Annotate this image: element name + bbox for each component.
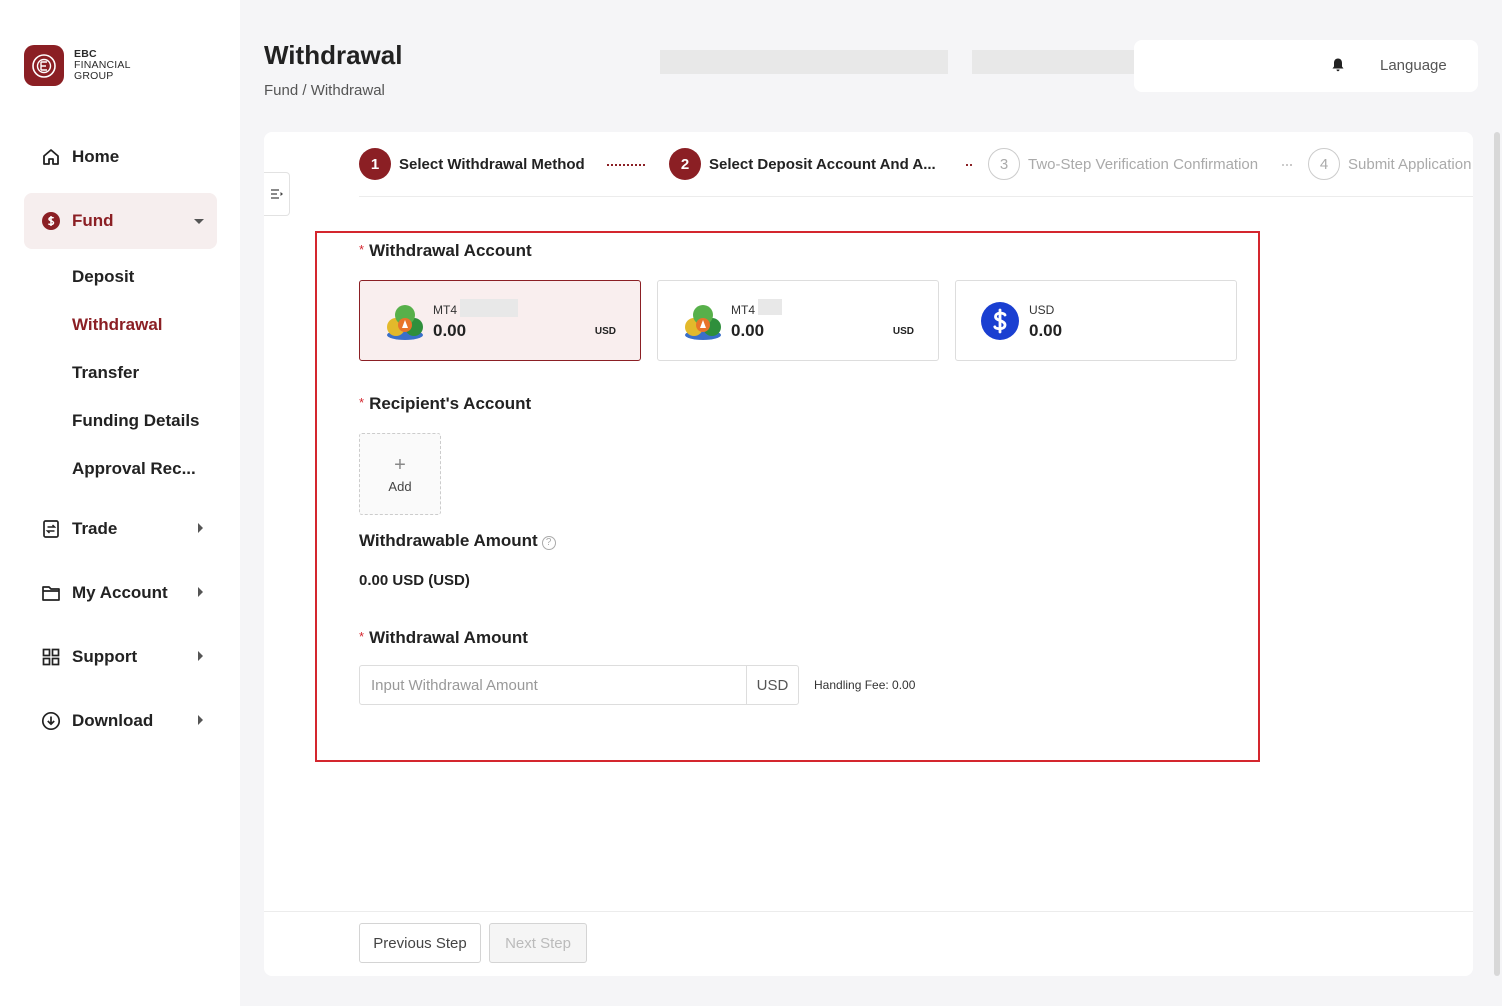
caret-right-icon [197, 647, 205, 667]
required-mark: * [359, 242, 365, 257]
required-mark: * [359, 395, 365, 410]
step-label: Submit Application [1348, 155, 1472, 173]
brand-line-3: GROUP [74, 70, 114, 82]
recipient-account-label: * Recipient's Account [359, 394, 531, 414]
language-selector[interactable]: Language [1380, 57, 1447, 74]
sidebar-item-label: Download [72, 711, 154, 730]
step-number: 2 [669, 148, 701, 180]
sidebar-subitem-deposit[interactable]: Deposit [72, 267, 134, 287]
mt4-icon [682, 301, 724, 343]
currency-suffix: USD [746, 666, 798, 704]
label-text: Withdrawal Amount [369, 628, 528, 647]
sidebar-subitem-funding-details[interactable]: Funding Details [72, 411, 200, 431]
account-card-mt4-1[interactable]: MT4 0.00 USD [359, 280, 641, 361]
sidebar-subitem-approval-records[interactable]: Approval Rec... [72, 459, 196, 479]
account-card-usd[interactable]: USD 0.00 [955, 280, 1237, 361]
sidebar-item-label: Fund [72, 211, 114, 230]
logo-text: EBC FINANCIAL GROUP [74, 49, 131, 82]
account-currency: USD [892, 326, 914, 337]
sidebar-item-trade[interactable]: Trade [24, 501, 217, 557]
sidebar-item-label: My Account [72, 583, 168, 602]
withdrawal-amount-input[interactable] [360, 666, 746, 704]
step-number: 4 [1308, 148, 1340, 180]
caret-right-icon [197, 583, 205, 603]
withdrawable-amount-label: Withdrawable Amount? [359, 531, 556, 551]
redacted-account-number [460, 299, 518, 317]
dollar-icon [980, 301, 1022, 343]
step-number: 3 [988, 148, 1020, 180]
redacted-account-number [758, 299, 782, 315]
caret-right-icon [197, 519, 205, 539]
grid-icon [40, 646, 62, 668]
account-name: MT4 [433, 303, 457, 317]
label-text: Recipient's Account [369, 394, 532, 413]
caret-down-icon [193, 211, 205, 231]
page-title: Withdrawal [264, 40, 403, 70]
trade-icon [40, 518, 62, 540]
account-name: USD [1029, 303, 1055, 317]
step-connector [966, 164, 972, 166]
step-3: 3 Two-Step Verification Confirmation [988, 148, 1258, 180]
step-label: Select Withdrawal Method [399, 155, 585, 173]
step-1: 1 Select Withdrawal Method [359, 148, 585, 180]
withdrawal-account-label: * Withdrawal Account [359, 241, 532, 261]
label-text: Withdrawable Amount [359, 531, 538, 550]
step-label: Two-Step Verification Confirmation [1028, 155, 1259, 173]
divider [359, 196, 1473, 197]
mt4-icon [384, 301, 426, 343]
step-4: 4 Submit Application [1308, 148, 1471, 180]
sidebar-item-label: Support [72, 647, 138, 666]
handling-fee: Handling Fee: 0.00 [814, 678, 916, 692]
account-card-mt4-2[interactable]: MT4 0.00 USD [657, 280, 939, 361]
previous-step-button[interactable]: Previous Step [359, 923, 481, 963]
step-number: 1 [359, 148, 391, 180]
sidebar-item-download[interactable]: Download [24, 693, 217, 749]
account-name: MT4 [731, 303, 755, 317]
withdrawal-amount-field: USD [359, 665, 799, 705]
next-step-button[interactable]: Next Step [489, 923, 587, 963]
add-label: Add [388, 478, 412, 494]
step-label: Select Deposit Account And A... [709, 155, 936, 173]
sidebar-item-home[interactable]: Home [24, 129, 217, 185]
required-mark: * [359, 629, 365, 644]
sidebar-item-label: Home [72, 147, 120, 166]
add-recipient-button[interactable]: + Add [359, 433, 441, 515]
bell-icon[interactable] [1330, 57, 1346, 78]
sidebar-subitem-transfer[interactable]: Transfer [72, 363, 139, 383]
dollar-circle-icon [40, 210, 62, 232]
account-balance: 0.00 [433, 321, 467, 340]
sidebar: EBC FINANCIAL GROUP Home Fund Deposit Wi… [0, 0, 240, 1006]
logo[interactable]: EBC FINANCIAL GROUP [24, 45, 131, 86]
step-connector [607, 164, 645, 166]
sidebar-item-my-account[interactable]: My Account [24, 565, 217, 621]
plus-icon: + [394, 453, 406, 476]
withdrawable-amount-value: 0.00 USD (USD) [359, 572, 470, 589]
withdrawal-amount-label: * Withdrawal Amount [359, 628, 528, 648]
logo-mark-icon [24, 45, 64, 86]
sidebar-item-support[interactable]: Support [24, 629, 217, 685]
scrollbar[interactable] [1494, 132, 1500, 976]
folder-icon [40, 582, 62, 604]
home-icon [40, 146, 62, 168]
step-connector [1282, 164, 1292, 166]
account-balance: 0.00 [1029, 321, 1063, 340]
menu-toggle-icon [270, 189, 283, 199]
redacted-info [660, 50, 948, 74]
sidebar-item-fund[interactable]: Fund [24, 193, 217, 249]
account-currency: USD [594, 326, 616, 337]
sidebar-subitem-withdrawal[interactable]: Withdrawal [72, 315, 163, 335]
sidebar-item-label: Trade [72, 519, 118, 538]
label-text: Withdrawal Account [369, 241, 532, 260]
step-2: 2 Select Deposit Account And A... [669, 148, 936, 180]
divider [264, 911, 1473, 912]
account-balance: 0.00 [731, 321, 765, 340]
withdrawal-card: 1 Select Withdrawal Method 2 Select Depo… [264, 132, 1473, 976]
collapse-toggle-button[interactable] [264, 172, 290, 216]
breadcrumb: Fund / Withdrawal [264, 82, 385, 99]
help-icon[interactable]: ? [541, 536, 556, 550]
caret-right-icon [197, 711, 205, 731]
stepper: 1 Select Withdrawal Method 2 Select Depo… [359, 148, 1473, 182]
download-icon [40, 710, 62, 732]
